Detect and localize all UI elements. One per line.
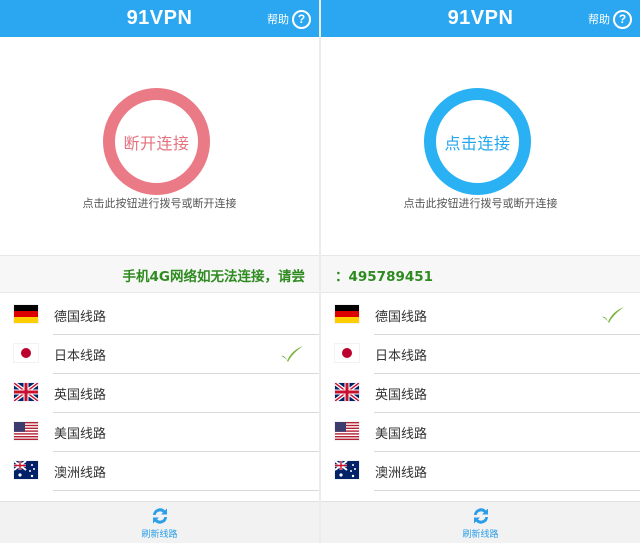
disconnect-button[interactable]: 断开连接: [103, 88, 210, 195]
uk-flag-icon: [335, 383, 359, 401]
notice-marquee: 手机4G网络如无法连接，请尝: [0, 255, 319, 293]
route-list: 德国线路 日本线路 英国线路 美国线路 澳洲线路: [0, 296, 319, 491]
refresh-routes-button[interactable]: 刷新线路: [0, 506, 319, 540]
connect-button[interactable]: 点击连接: [424, 88, 531, 195]
refresh-label: 刷新线路: [141, 530, 178, 540]
help-button[interactable]: 帮助 ?: [588, 9, 632, 29]
divider: [374, 490, 640, 491]
refresh-routes-button[interactable]: 刷新线路: [321, 506, 640, 540]
usa-flag-icon: [14, 422, 38, 440]
route-label: 德国线路: [375, 310, 428, 325]
bottom-bar: 刷新线路: [0, 501, 319, 543]
divider: [53, 490, 319, 491]
route-label: 英国线路: [54, 388, 107, 403]
connect-button-label: 点击连接: [444, 134, 511, 153]
refresh-icon: [152, 508, 167, 524]
help-label: 帮助: [267, 13, 289, 26]
bottom-bar: 刷新线路: [321, 501, 640, 543]
connect-hint: 点击此按钮进行拨号或断开连接: [82, 197, 237, 210]
route-item-australia[interactable]: 澳洲线路: [0, 452, 319, 491]
route-item-usa[interactable]: 美国线路: [321, 413, 640, 452]
question-circle-icon: ?: [292, 9, 311, 29]
route-item-uk[interactable]: 英国线路: [0, 374, 319, 413]
uk-flag-icon: [14, 383, 38, 401]
help-button[interactable]: 帮助 ?: [267, 9, 311, 29]
route-label: 英国线路: [375, 388, 428, 403]
route-item-uk[interactable]: 英国线路: [321, 374, 640, 413]
route-label: 澳洲线路: [54, 466, 107, 481]
app-header: 91VPN 帮助 ?: [0, 0, 319, 37]
germany-flag-icon: [14, 305, 38, 323]
question-circle-icon: ?: [613, 9, 632, 29]
route-item-usa[interactable]: 美国线路: [0, 413, 319, 452]
japan-flag-icon: [335, 344, 359, 362]
route-item-germany[interactable]: 德国线路: [0, 296, 319, 335]
check-icon: [601, 306, 625, 328]
connect-hint: 点击此按钮进行拨号或断开连接: [403, 197, 558, 210]
route-item-japan[interactable]: 日本线路: [0, 335, 319, 374]
app-header: 91VPN 帮助 ?: [321, 0, 640, 37]
connect-button-label: 断开连接: [123, 134, 190, 153]
refresh-label: 刷新线路: [462, 530, 499, 540]
route-item-japan[interactable]: 日本线路: [321, 335, 640, 374]
route-label: 澳洲线路: [375, 466, 428, 481]
notice-marquee: ：495789451: [321, 255, 640, 293]
germany-flag-icon: [335, 305, 359, 323]
refresh-icon: [473, 508, 488, 524]
route-label: 美国线路: [54, 427, 107, 442]
route-label: 日本线路: [54, 349, 107, 364]
connect-area: 断开连接 点击此按钮进行拨号或断开连接: [0, 37, 319, 255]
notice-text: ：495789451: [335, 269, 434, 285]
connect-area: 点击连接 点击此按钮进行拨号或断开连接: [321, 37, 640, 255]
australia-flag-icon: [14, 461, 38, 479]
route-item-germany[interactable]: 德国线路: [321, 296, 640, 335]
australia-flag-icon: [335, 461, 359, 479]
route-item-australia[interactable]: 澳洲线路: [321, 452, 640, 491]
help-label: 帮助: [588, 13, 610, 26]
vpn-screen-disconnected: 91VPN 帮助 ? 点击连接 点击此按钮进行拨号或断开连接 ：49578945…: [321, 0, 640, 543]
route-list: 德国线路 日本线路 英国线路 美国线路 澳洲线路: [321, 296, 640, 491]
route-label: 德国线路: [54, 310, 107, 325]
route-label: 美国线路: [375, 427, 428, 442]
vpn-screen-connected: 91VPN 帮助 ? 断开连接 点击此按钮进行拨号或断开连接 手机4G网络如无法…: [0, 0, 319, 543]
check-icon: [280, 345, 304, 367]
usa-flag-icon: [335, 422, 359, 440]
notice-text: 手机4G网络如无法连接，请尝: [122, 269, 305, 285]
japan-flag-icon: [14, 344, 38, 362]
app-screens: 91VPN 帮助 ? 断开连接 点击此按钮进行拨号或断开连接 手机4G网络如无法…: [0, 0, 640, 543]
route-label: 日本线路: [375, 349, 428, 364]
